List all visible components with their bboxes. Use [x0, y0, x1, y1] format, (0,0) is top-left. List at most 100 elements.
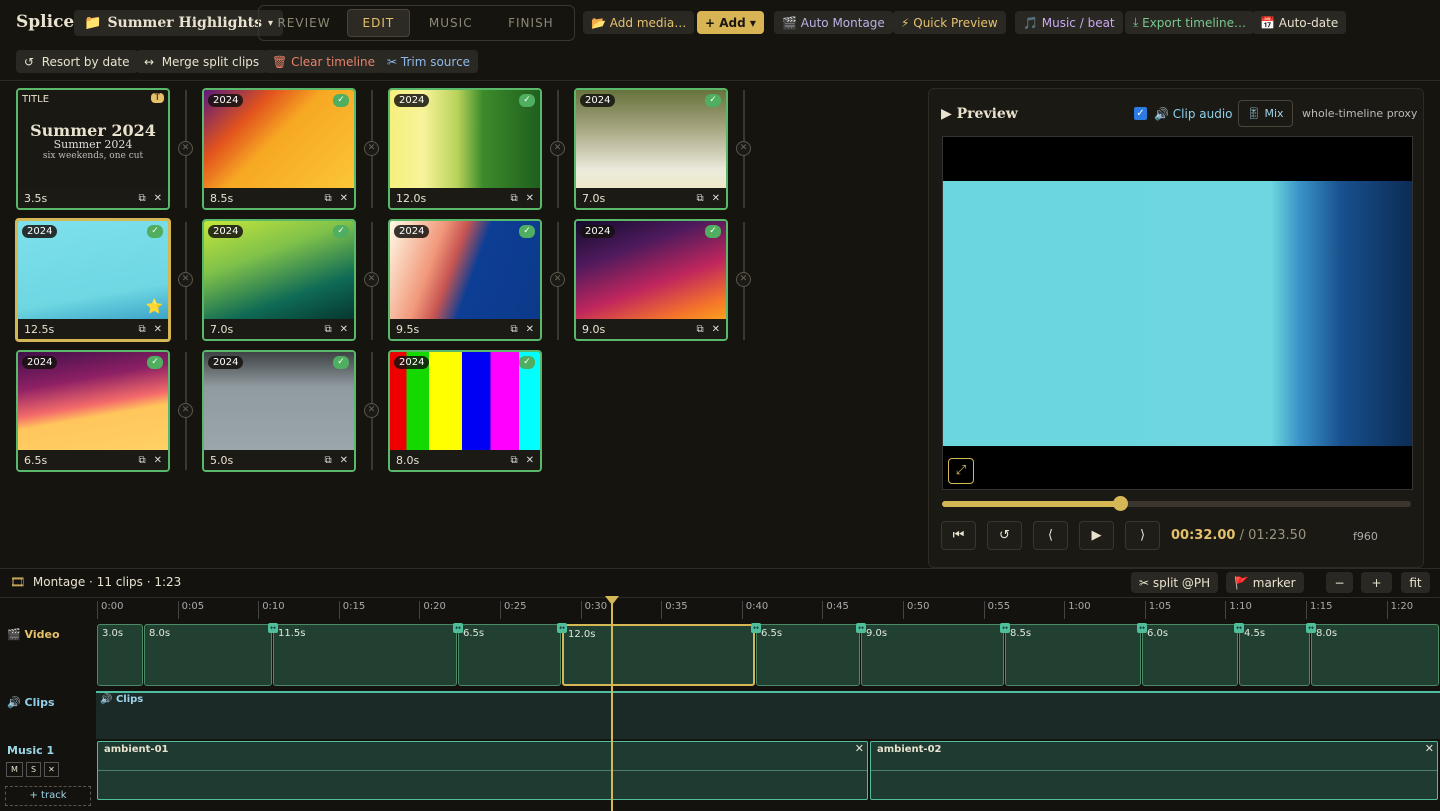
gap-remove-icon[interactable]: ✕ [736, 141, 751, 156]
clip-card[interactable]: 2024 ✓ 7.0s ⧉ ✕ [574, 88, 728, 210]
close-icon[interactable]: ✕ [526, 193, 534, 204]
fit-button[interactable]: fit [1401, 572, 1430, 593]
transition-handle-icon[interactable]: ↔ [1000, 623, 1010, 633]
music-clip[interactable]: ambient-02 ✕ [870, 741, 1438, 800]
duplicate-icon[interactable]: ⧉ [324, 324, 331, 335]
video-clip[interactable]: 12.0s [562, 624, 755, 686]
video-clip[interactable]: 8.5s [1005, 624, 1141, 686]
close-icon[interactable]: ✕ [712, 324, 720, 335]
playhead[interactable] [611, 597, 613, 811]
tab-edit[interactable]: EDIT [347, 9, 410, 37]
clip-audio-checkbox[interactable]: ✓ [1134, 107, 1147, 120]
clip-card[interactable]: 2024 ✓ 12.0s ⧉ ✕ [388, 88, 542, 210]
duplicate-icon[interactable]: ⧉ [324, 193, 331, 204]
mute-button[interactable]: M [6, 762, 23, 777]
video-clip[interactable]: 9.0s [861, 624, 1004, 686]
clip-card[interactable]: 2024 ✓ 9.5s ⧉ ✕ [388, 219, 542, 341]
video-clip[interactable]: 6.5s [458, 624, 561, 686]
duplicate-icon[interactable]: ⧉ [510, 455, 517, 466]
duplicate-icon[interactable]: ⧉ [138, 324, 145, 335]
star-icon[interactable]: ⭐ [146, 299, 163, 315]
video-clip[interactable]: 6.5s [756, 624, 860, 686]
gap-remove-icon[interactable]: ✕ [178, 141, 193, 156]
video-clip[interactable]: 8.0s [1311, 624, 1439, 686]
project-selector[interactable]: 📁 Summer Highlights ▾ [74, 10, 284, 36]
mix-button[interactable]: 🎚 Mix [1238, 100, 1293, 127]
video-clip[interactable]: 11.5s [273, 624, 457, 686]
gap-remove-icon[interactable]: ✕ [178, 272, 193, 287]
gap-remove-icon[interactable]: ✕ [364, 141, 379, 156]
clear-timeline-button[interactable]: 🗑 Clear timeline [264, 50, 384, 73]
clip-card[interactable]: 2024 ✓ 8.5s ⧉ ✕ [202, 88, 356, 210]
close-icon[interactable]: ✕ [526, 324, 534, 335]
close-icon[interactable]: ✕ [340, 455, 348, 466]
zoom-in-button[interactable]: + [1361, 572, 1392, 593]
tab-finish[interactable]: FINISH [492, 9, 570, 37]
gap-remove-icon[interactable]: ✕ [364, 403, 379, 418]
transition-handle-icon[interactable]: ↔ [453, 623, 463, 633]
add-track-button[interactable]: + track [5, 786, 91, 806]
transition-handle-icon[interactable]: ↔ [1137, 623, 1147, 633]
duplicate-icon[interactable]: ⧉ [696, 324, 703, 335]
transition-handle-icon[interactable]: ↔ [268, 623, 278, 633]
duplicate-icon[interactable]: ⧉ [324, 455, 331, 466]
gap-remove-icon[interactable]: ✕ [550, 141, 565, 156]
add-media-button[interactable]: 📂 Add media… [583, 11, 695, 34]
close-icon[interactable]: ✕ [1425, 742, 1434, 755]
export-timeline-button[interactable]: ⤓ Export timeline… [1125, 11, 1254, 34]
tab-review[interactable]: REVIEW [263, 9, 345, 37]
fullscreen-icon[interactable]: ⤢ [948, 458, 974, 484]
prev-frame-icon[interactable]: ⟨ [1033, 521, 1068, 550]
add-button[interactable]: + Add ▾ [697, 11, 764, 34]
playhead-handle[interactable] [605, 596, 619, 605]
quick-preview-button[interactable]: ⚡ Quick Preview [893, 11, 1006, 34]
title-card[interactable]: TITLE T Summer 2024 Summer 2024 six week… [16, 88, 170, 210]
clip-card-selected[interactable]: 2024 ✓ ⭐ 12.5s ⧉ ✕ [15, 218, 171, 342]
clips-audio-track[interactable]: 🔊 Clips [96, 691, 1440, 739]
duplicate-icon[interactable]: ⧉ [138, 455, 145, 466]
gap-remove-icon[interactable]: ✕ [736, 272, 751, 287]
transition-handle-icon[interactable]: ↔ [557, 623, 567, 633]
close-icon[interactable]: ✕ [340, 324, 348, 335]
music-clip[interactable]: ambient-01 ✕ [97, 741, 868, 800]
merge-split-clips-button[interactable]: ↔ Merge split clips [136, 50, 268, 73]
play-icon[interactable]: ▶ [1079, 521, 1114, 550]
duplicate-icon[interactable]: ⧉ [138, 193, 145, 204]
zoom-out-button[interactable]: − [1326, 572, 1353, 593]
transition-handle-icon[interactable]: ↔ [1234, 623, 1244, 633]
video-clip[interactable]: 8.0s [144, 624, 272, 686]
marker-button[interactable]: 🚩 marker [1226, 572, 1304, 593]
close-icon[interactable]: ✕ [340, 193, 348, 204]
close-icon[interactable]: ✕ [154, 455, 162, 466]
video-clip[interactable]: 3.0s [97, 624, 143, 686]
solo-button[interactable]: S [26, 762, 41, 777]
close-icon[interactable]: ✕ [855, 742, 864, 755]
close-icon[interactable]: ✕ [526, 455, 534, 466]
close-icon[interactable]: ✕ [154, 324, 162, 335]
gap-remove-icon[interactable]: ✕ [178, 403, 193, 418]
resort-by-date-button[interactable]: ↺ Resort by date [16, 50, 138, 73]
duplicate-icon[interactable]: ⧉ [696, 193, 703, 204]
split-button[interactable]: ✂ split @PH [1131, 572, 1219, 593]
gap-remove-icon[interactable]: ✕ [550, 272, 565, 287]
video-clip[interactable]: 4.5s [1239, 624, 1310, 686]
close-icon[interactable]: ✕ [712, 193, 720, 204]
trim-source-button[interactable]: ✂ Trim source [379, 50, 479, 73]
rewind-start-icon[interactable]: ⏮ [941, 521, 976, 550]
scrub-slider[interactable] [942, 496, 1411, 511]
clip-card[interactable]: 2024 ✓ 6.5s ⧉ ✕ [16, 350, 170, 472]
duplicate-icon[interactable]: ⧉ [510, 324, 517, 335]
music-beat-button[interactable]: 🎵 Music / beat [1015, 11, 1123, 34]
video-clip[interactable]: 6.0s [1142, 624, 1238, 686]
clip-card[interactable]: 2024 ✓ 5.0s ⧉ ✕ [202, 350, 356, 472]
gap-remove-icon[interactable]: ✕ [364, 272, 379, 287]
next-frame-icon[interactable]: ⟩ [1125, 521, 1160, 550]
duplicate-icon[interactable]: ⧉ [510, 193, 517, 204]
tab-music[interactable]: MUSIC [412, 9, 490, 37]
transition-handle-icon[interactable]: ↔ [751, 623, 761, 633]
clip-card[interactable]: 2024 ✓ 7.0s ⧉ ✕ [202, 219, 356, 341]
auto-date-button[interactable]: 📅 Auto-date [1252, 11, 1347, 34]
transition-handle-icon[interactable]: ↔ [1306, 623, 1316, 633]
close-icon[interactable]: ✕ [154, 193, 162, 204]
clip-card[interactable]: 2024 ✓ 9.0s ⧉ ✕ [574, 219, 728, 341]
